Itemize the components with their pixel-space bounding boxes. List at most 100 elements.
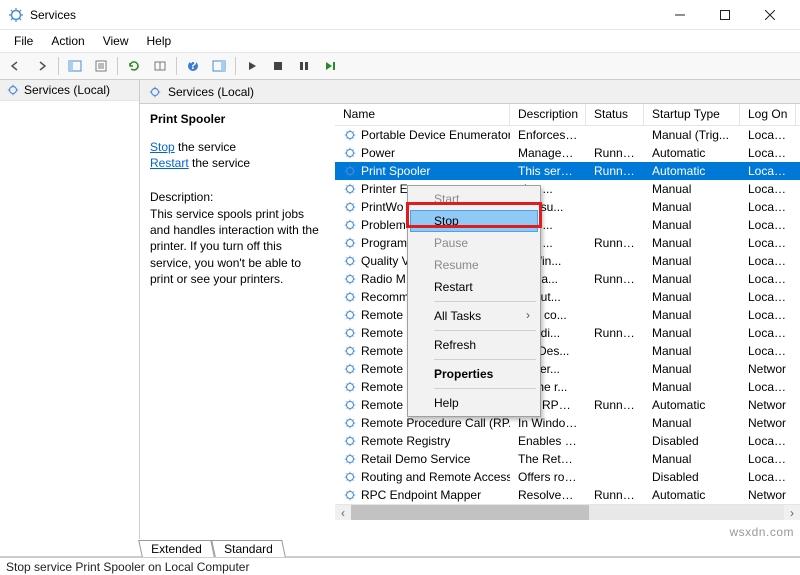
service-row[interactable]: Remotees a co...ManualLocal Sy <box>335 306 800 324</box>
start-service-button[interactable] <box>240 55 264 77</box>
service-row[interactable]: PowerManages p...RunningAutomaticLocal S… <box>335 144 800 162</box>
service-name: Portable Device Enumerator... <box>361 128 510 142</box>
service-logon: Local Sy <box>740 128 796 142</box>
service-status: Running <box>586 326 644 340</box>
context-menu-help[interactable]: Help <box>410 392 538 414</box>
right-pane-title: Services (Local) <box>168 85 254 99</box>
console-tree[interactable]: Services (Local) <box>0 80 140 539</box>
service-startup: Manual <box>644 182 740 196</box>
context-menu-start: Start <box>410 188 538 210</box>
service-row[interactable]: Radio MMana...RunningManualLocal Sy <box>335 270 800 288</box>
service-row[interactable]: Remote RegistryEnables rem...DisabledLoc… <box>335 432 800 450</box>
service-logon: Local Sy <box>740 290 796 304</box>
service-row[interactable]: Programvice ...RunningManualLocal Sy <box>335 234 800 252</box>
scroll-thumb[interactable] <box>351 505 589 520</box>
gear-icon <box>343 164 357 178</box>
context-menu-stop[interactable]: Stop <box>410 210 538 232</box>
service-row[interactable]: Recommes aut...ManualLocal Sy <box>335 288 800 306</box>
service-logon: Local Sy <box>740 236 796 250</box>
service-logon: Local Sy <box>740 254 796 268</box>
gear-icon <box>343 218 357 232</box>
service-row[interactable]: Portable Device Enumerator...Enforces gr… <box>335 126 800 144</box>
col-description[interactable]: Description <box>510 104 586 125</box>
service-row[interactable]: Remotes user...ManualNetwor <box>335 360 800 378</box>
restart-service-link[interactable]: Restart <box>150 156 189 170</box>
menu-action[interactable]: Action <box>43 32 92 50</box>
pause-service-button[interactable] <box>292 55 316 77</box>
service-startup: Manual <box>644 380 740 394</box>
scroll-left-arrow[interactable]: ‹ <box>335 505 351 520</box>
gear-icon <box>343 236 357 250</box>
context-menu-all-tasks[interactable]: All Tasks <box>410 305 538 327</box>
service-row[interactable]: Print SpoolerThis service ...RunningAuto… <box>335 162 800 180</box>
export-list-button[interactable] <box>148 55 172 77</box>
services-icon <box>8 7 24 23</box>
service-name: Remote Registry <box>361 434 450 448</box>
restart-service-button[interactable] <box>318 55 342 77</box>
context-menu-properties[interactable]: Properties <box>410 363 538 385</box>
detail-service-name: Print Spooler <box>150 112 325 126</box>
service-name: Remote Procedure Call (RP... <box>361 416 510 430</box>
col-status[interactable]: Status <box>586 104 644 125</box>
service-logon: Local Sy <box>740 272 796 286</box>
menu-help[interactable]: Help <box>139 32 180 50</box>
service-row[interactable]: PrintWodes su...ManualLocal Sy <box>335 198 800 216</box>
service-row[interactable]: Remoteges di...RunningManualLocal Sy <box>335 324 800 342</box>
col-name[interactable]: Name <box>335 104 510 125</box>
service-logon: Local Sy <box>740 470 796 484</box>
service-logon: Local Sy <box>740 182 796 196</box>
service-startup: Manual <box>644 308 740 322</box>
show-hide-action-pane-button[interactable] <box>207 55 231 77</box>
properties-button[interactable] <box>89 55 113 77</box>
service-name: RPC Endpoint Mapper <box>361 488 481 502</box>
gear-icon <box>343 290 357 304</box>
service-row[interactable]: Remote Procedure Call (RPC)The RPCSS s..… <box>335 396 800 414</box>
gear-icon <box>343 380 357 394</box>
tab-standard[interactable]: Standard <box>211 540 285 557</box>
horizontal-scrollbar[interactable]: ‹ › <box>335 504 800 520</box>
description-text: This service spools print jobs and handl… <box>150 206 325 287</box>
statusbar-text: Stop service Print Spooler on Local Comp… <box>6 560 249 574</box>
gear-icon <box>343 398 357 412</box>
col-log-on[interactable]: Log On <box>740 104 796 125</box>
service-logon: Networ <box>740 416 796 430</box>
tab-extended[interactable]: Extended <box>138 540 214 557</box>
service-row[interactable]: Quality Vty Win...ManualLocal Sy <box>335 252 800 270</box>
service-row[interactable]: Routing and Remote AccessOffers routi...… <box>335 468 800 486</box>
service-logon: Local Sy <box>740 218 796 232</box>
gear-icon <box>6 83 20 97</box>
close-button[interactable] <box>747 1 792 29</box>
forward-button[interactable] <box>30 55 54 77</box>
menu-view[interactable]: View <box>95 32 137 50</box>
context-menu-refresh[interactable]: Refresh <box>410 334 538 356</box>
service-status: Running <box>586 488 644 502</box>
maximize-button[interactable] <box>702 1 747 29</box>
help-button[interactable]: ? <box>181 55 205 77</box>
service-name: Print Spooler <box>361 164 430 178</box>
show-hide-console-tree-button[interactable] <box>63 55 87 77</box>
service-row[interactable]: Printer Evice ...ManualLocal Sy <box>335 180 800 198</box>
context-menu-restart[interactable]: Restart <box>410 276 538 298</box>
menu-file[interactable]: File <box>6 32 41 50</box>
service-status: Running <box>586 164 644 178</box>
titlebar: Services <box>0 0 800 30</box>
service-row[interactable]: Remotees the r...ManualLocal Sy <box>335 378 800 396</box>
scroll-right-arrow[interactable]: › <box>784 505 800 520</box>
minimize-button[interactable] <box>657 1 702 29</box>
service-row[interactable]: Remote Procedure Call (RP...In Windows..… <box>335 414 800 432</box>
service-row[interactable]: Retail Demo ServiceThe Retail D...Manual… <box>335 450 800 468</box>
service-row[interactable]: RPC Endpoint MapperResolves RP...Running… <box>335 486 800 504</box>
service-row[interactable]: Problemvice ...ManualLocal Sy <box>335 216 800 234</box>
service-row[interactable]: Remoteote Des...ManualLocal Sy <box>335 342 800 360</box>
stop-service-button[interactable] <box>266 55 290 77</box>
refresh-button[interactable] <box>122 55 146 77</box>
tree-node-services-local[interactable]: Services (Local) <box>0 80 139 101</box>
gear-icon <box>343 128 357 142</box>
service-logon: Local Sy <box>740 452 796 466</box>
context-menu-resume: Resume <box>410 254 538 276</box>
back-button[interactable] <box>4 55 28 77</box>
service-list[interactable]: Name Description Status Startup Type Log… <box>335 104 800 539</box>
col-startup-type[interactable]: Startup Type <box>644 104 740 125</box>
stop-service-link[interactable]: Stop <box>150 140 175 154</box>
service-name: Remote <box>361 308 403 322</box>
